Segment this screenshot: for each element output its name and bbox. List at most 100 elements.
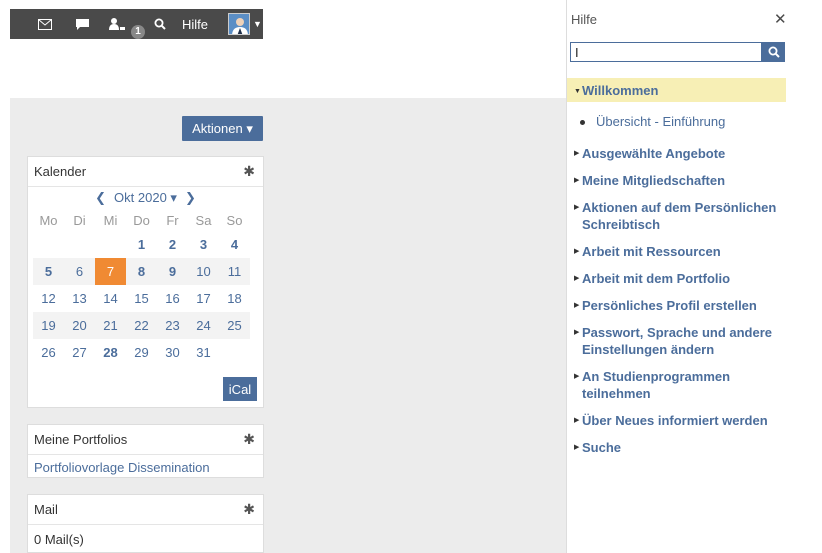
- help-topic[interactable]: ▶ Passwort, Sprache und andere Einstellun…: [574, 324, 786, 358]
- mail-title: Mail: [34, 502, 58, 517]
- help-topic-label: Arbeit mit Ressourcen: [582, 244, 721, 259]
- aktionen-button[interactable]: Aktionen ▾: [182, 116, 263, 141]
- calendar-title: Kalender: [34, 164, 87, 179]
- weekday-label: Mi: [103, 212, 118, 228]
- help-topic-label: Passwort, Sprache und andere Einstellung…: [582, 325, 773, 357]
- calendar-week: 26 27 28 29 30 31: [33, 339, 250, 366]
- calendar-day[interactable]: 2: [157, 231, 188, 258]
- calendar-day[interactable]: 17: [188, 285, 219, 312]
- portfolios-title: Meine Portfolios: [34, 432, 128, 447]
- help-topic[interactable]: ▶ Suche: [574, 439, 786, 456]
- help-topic-label: Über Neues informiert werden: [582, 413, 768, 428]
- help-topic[interactable]: ▶ Persönliches Profil erstellen: [574, 297, 786, 314]
- calendar-day[interactable]: 4: [219, 231, 250, 258]
- search-icon[interactable]: [151, 9, 169, 39]
- help-topic[interactable]: ▶ Meine Mitgliedschaften: [574, 172, 786, 189]
- triangle-right-icon: ▶: [574, 444, 580, 451]
- user-menu[interactable]: ▼: [228, 13, 262, 35]
- help-search-input[interactable]: [570, 42, 762, 62]
- help-topic[interactable]: ▶ Ausgewählte Angebote: [574, 145, 786, 162]
- portfolios-header: Meine Portfolios ✱: [28, 425, 263, 455]
- weekday-label: Sa: [195, 212, 212, 228]
- month-select[interactable]: Okt 2020 ▾: [114, 190, 177, 206]
- calendar-day[interactable]: 31: [188, 339, 219, 366]
- chevron-right-icon[interactable]: ❯: [185, 190, 196, 206]
- triangle-right-icon: ▶: [574, 204, 580, 211]
- calendar-day[interactable]: 15: [126, 285, 157, 312]
- calendar-empty-cell: [95, 231, 126, 258]
- calendar-day[interactable]: 1: [126, 231, 157, 258]
- mail-icon[interactable]: [35, 9, 55, 39]
- help-topic[interactable]: ▶ Aktionen auf dem Persönlichen Schreibti…: [574, 199, 786, 233]
- triangle-down-icon: ▼: [574, 88, 581, 95]
- calendar-day[interactable]: 14: [95, 285, 126, 312]
- help-topic[interactable]: ▶ Arbeit mit dem Portfolio: [574, 270, 786, 287]
- chat-icon[interactable]: [72, 9, 92, 39]
- portfolio-link[interactable]: Portfoliovorlage Dissemination: [34, 460, 210, 475]
- calendar-day[interactable]: 13: [64, 285, 95, 312]
- triangle-right-icon: ▶: [574, 373, 580, 380]
- users-icon[interactable]: [104, 9, 130, 39]
- calendar-day[interactable]: 12: [33, 285, 64, 312]
- weekday-label: So: [226, 212, 243, 228]
- calendar-day[interactable]: 24: [188, 312, 219, 339]
- gear-icon[interactable]: ✱: [243, 501, 255, 518]
- help-topic-label: Suche: [582, 440, 622, 455]
- help-topic[interactable]: ▶ Über Neues informiert werden: [574, 412, 786, 429]
- triangle-right-icon: ▶: [574, 417, 580, 424]
- help-topic-label: Arbeit mit dem Portfolio: [582, 271, 731, 286]
- avatar: [228, 13, 250, 35]
- calendar-day[interactable]: 6: [64, 258, 95, 285]
- gear-icon[interactable]: ✱: [243, 163, 255, 180]
- calendar-week: 5 6 7 8 9 10 11: [33, 258, 250, 285]
- calendar-day[interactable]: 23: [157, 312, 188, 339]
- chevron-left-icon[interactable]: ❮: [95, 190, 106, 206]
- mail-count: 0 Mail(s): [34, 532, 84, 547]
- help-subtopic[interactable]: Übersicht - Einführung: [574, 114, 786, 129]
- help-topic-label: Aktionen auf dem Persönlichen Schreibtis…: [582, 200, 777, 232]
- help-topic-label: Persönliches Profil erstellen: [582, 298, 757, 313]
- triangle-right-icon: ▶: [574, 150, 580, 157]
- calendar-day[interactable]: 10: [188, 258, 219, 285]
- help-topic[interactable]: ▶ Arbeit mit Ressourcen: [574, 243, 786, 260]
- help-topic[interactable]: ▶ An Studienprogrammen teilnehmen: [574, 368, 786, 402]
- calendar-day[interactable]: 18: [219, 285, 250, 312]
- calendar-day[interactable]: 28: [95, 339, 126, 366]
- mail-header: Mail ✱: [28, 495, 263, 525]
- chevron-down-icon: ▼: [253, 19, 262, 29]
- calendar-week: 19 20 21 22 23 24 25: [33, 312, 250, 339]
- weekday-label: Di: [73, 212, 86, 228]
- calendar-panel: Kalender ✱ ❮ Okt 2020 ▾ ❯ Mo Di Mi Do Fr Sa So…: [27, 156, 264, 408]
- calendar-day[interactable]: 19: [33, 312, 64, 339]
- triangle-right-icon: ▶: [574, 329, 580, 336]
- gear-icon[interactable]: ✱: [243, 431, 255, 448]
- help-topic-list: ▼ Willkommen Übersicht - Einführung ▶ Aus…: [567, 78, 786, 456]
- calendar-day[interactable]: 21: [95, 312, 126, 339]
- close-icon[interactable]: ✕: [774, 10, 787, 28]
- triangle-right-icon: ▶: [574, 275, 580, 282]
- calendar-day[interactable]: 7: [95, 258, 126, 285]
- weekday-label: Mo: [39, 212, 58, 228]
- help-topic-label: Meine Mitgliedschaften: [582, 173, 726, 188]
- calendar-day[interactable]: 30: [157, 339, 188, 366]
- main-app: 1 Hilfe ▼ Aktionen ▾ Kalender ✱ ❮ Okt 20…: [0, 0, 566, 553]
- help-link[interactable]: Hilfe: [175, 9, 215, 39]
- calendar-day[interactable]: 9: [157, 258, 188, 285]
- calendar-day[interactable]: 3: [188, 231, 219, 258]
- calendar-day[interactable]: 22: [126, 312, 157, 339]
- triangle-right-icon: ▶: [574, 177, 580, 184]
- help-topic-label: Ausgewählte Angebote: [582, 146, 726, 161]
- calendar-day[interactable]: 16: [157, 285, 188, 312]
- calendar-empty-cell: [64, 231, 95, 258]
- ical-button[interactable]: iCal: [223, 377, 257, 401]
- calendar-day[interactable]: 25: [219, 312, 250, 339]
- help-topic-active[interactable]: ▼ Willkommen: [567, 78, 786, 102]
- calendar-day[interactable]: 8: [126, 258, 157, 285]
- calendar-day[interactable]: 11: [219, 258, 250, 285]
- calendar-day[interactable]: 20: [64, 312, 95, 339]
- calendar-day[interactable]: 27: [64, 339, 95, 366]
- calendar-day[interactable]: 5: [33, 258, 64, 285]
- calendar-day[interactable]: 26: [33, 339, 64, 366]
- calendar-day[interactable]: 29: [126, 339, 157, 366]
- search-icon[interactable]: [762, 42, 785, 62]
